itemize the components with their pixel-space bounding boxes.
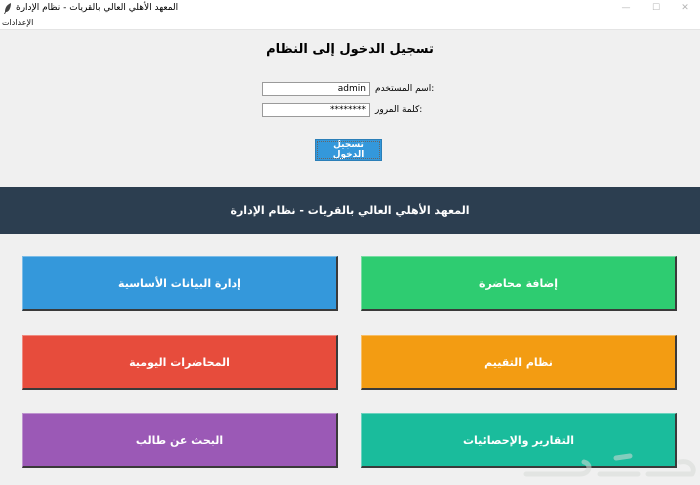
password-label: :كلمة المرور xyxy=(375,105,423,115)
username-label: :اسم المستخدم xyxy=(375,84,435,94)
header-title: المعهد الأهلي العالي بالقريات - نظام الإ… xyxy=(230,204,470,217)
header-banner: المعهد الأهلي العالي بالقريات - نظام الإ… xyxy=(0,187,700,234)
maximize-button[interactable]: ☐ xyxy=(641,0,671,17)
minimize-button[interactable]: — xyxy=(611,0,641,17)
feather-icon xyxy=(4,3,11,14)
login-button[interactable]: تسجيل الدخول xyxy=(315,139,382,161)
window-title: المعهد الأهلي العالي بالقريات - نظام الإ… xyxy=(16,3,179,13)
close-button[interactable]: ✕ xyxy=(670,0,700,17)
menu-settings[interactable]: الإعدادات xyxy=(2,17,33,29)
add-lecture-button[interactable]: إضافة محاضرة xyxy=(361,256,677,311)
search-student-button[interactable]: البحث عن طالب xyxy=(22,413,338,468)
window-titlebar: المعهد الأهلي العالي بالقريات - نظام الإ… xyxy=(0,0,700,17)
daily-lectures-button[interactable]: المحاضرات اليومية xyxy=(22,335,338,390)
basic-data-button[interactable]: إدارة البيانات الأساسية xyxy=(22,256,338,311)
menu-bar: الإعدادات xyxy=(0,17,700,30)
login-title: تسجيل الدخول إلى النظام xyxy=(266,42,434,57)
watermark-logo xyxy=(523,453,696,477)
username-input[interactable] xyxy=(262,82,370,96)
password-input[interactable] xyxy=(262,103,370,117)
evaluation-button[interactable]: نظام التقييم xyxy=(361,335,677,390)
